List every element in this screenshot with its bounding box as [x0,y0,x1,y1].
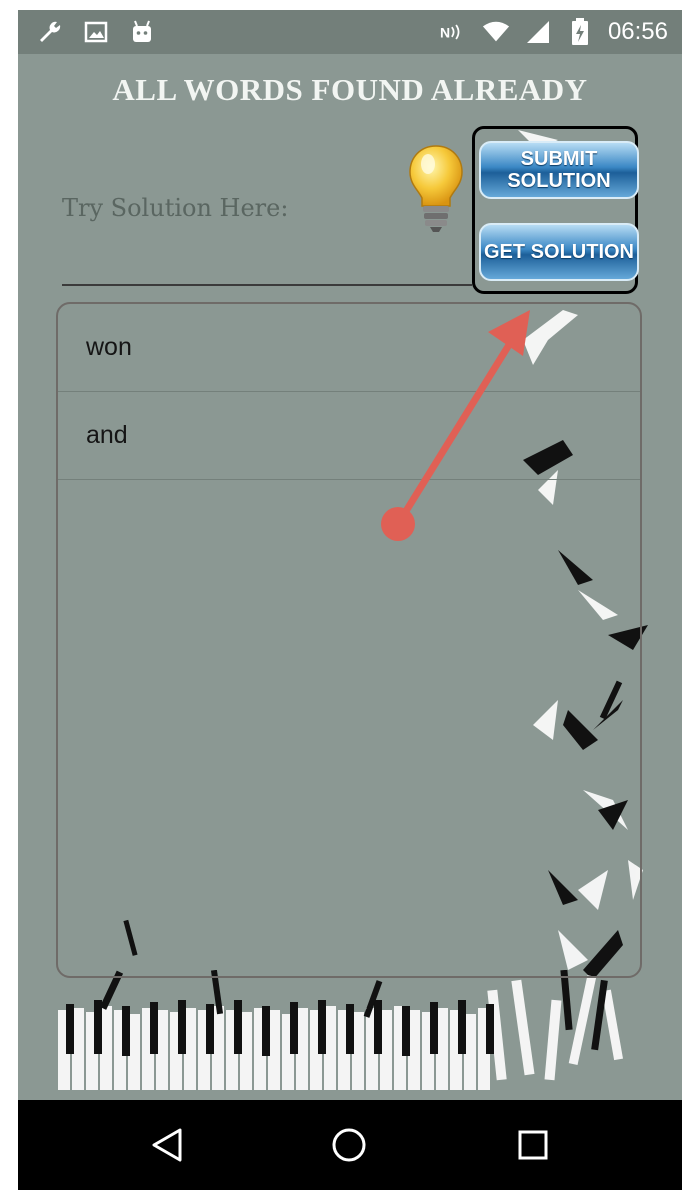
recents-icon[interactable] [510,1122,556,1168]
svg-text:N: N [440,25,450,41]
navigation-bar [18,1100,682,1190]
phone-screen: N 06:56 ALL WORDS FOUND ALREADY Try Solu… [18,10,682,1190]
signal-icon [524,18,552,46]
piano-keys-decoration [58,970,624,1090]
status-clock: 06:56 [607,18,668,45]
wrench-icon [36,18,64,46]
get-solution-button[interactable]: GET SOLUTION [479,223,639,281]
status-bar: N 06:56 [18,10,682,54]
page-title: ALL WORDS FOUND ALREADY [112,72,588,107]
submit-label-line2: SOLUTION [507,170,611,192]
lightbulb-icon[interactable] [406,142,466,234]
submit-label-line1: SUBMIT [520,148,598,170]
found-words-list: won and [56,302,642,978]
image-icon [82,18,110,46]
home-icon[interactable] [326,1122,372,1168]
android-icon [128,18,156,46]
back-icon[interactable] [144,1122,190,1168]
list-item[interactable]: and [58,392,640,480]
nfc-icon: N [440,18,468,46]
solution-input[interactable] [62,284,472,286]
battery-charging-icon [566,18,594,46]
wifi-icon [482,18,510,46]
list-item[interactable]: won [58,304,640,392]
solution-buttons-highlight: SUBMIT SOLUTION GET SOLUTION [472,126,639,294]
submit-solution-button[interactable]: SUBMIT SOLUTION [479,141,639,199]
solution-input-label: Try Solution Here: [62,194,289,222]
